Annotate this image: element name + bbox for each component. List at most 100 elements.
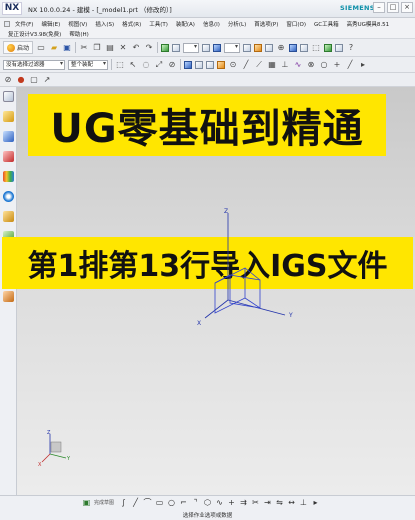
snap-icon[interactable]: ⤢ [154,60,164,70]
polygon-icon[interactable]: ⬡ [203,498,212,507]
mirror-icon[interactable]: ⇋ [275,498,284,507]
more-icon[interactable]: ▸ [358,60,368,70]
menu-view[interactable]: 视图(V) [64,20,91,28]
center-icon[interactable]: ⊗ [306,60,316,70]
web-browser-icon[interactable] [2,191,14,202]
menu-assembly[interactable]: 装配(A) [172,20,199,28]
axis-label-y: Y [288,312,293,319]
history-icon[interactable] [2,211,14,222]
layer-combo[interactable] [183,42,200,53]
sketch-circle-icon[interactable]: ○ [167,498,176,507]
trim-icon[interactable]: ✂ [251,498,260,507]
face-filter-icon[interactable] [206,60,214,69]
feature-icon-a[interactable]: ⊘ [3,75,13,85]
curve-icon[interactable]: ∿ [293,60,303,70]
feature-icon-d[interactable]: ↗ [42,75,52,85]
select-icon[interactable]: ⬚ [311,43,321,53]
constraint-icon[interactable]: ⊥ [299,498,308,507]
chamfer-icon[interactable]: ⌝ [191,498,200,507]
close-button[interactable]: × [401,2,413,13]
layer-icon[interactable] [172,43,181,52]
section-icon[interactable] [254,43,263,52]
menu-file[interactable]: 文件(F) [11,20,37,28]
delete-icon[interactable]: ✕ [118,43,128,53]
menu-tools[interactable]: 工具(T) [145,20,172,28]
redo-icon[interactable]: ↷ [144,43,154,53]
offset-icon[interactable]: ⇉ [239,498,248,507]
help-icon[interactable]: ? [346,43,356,53]
circle-icon[interactable]: ○ [319,60,329,70]
lasso-icon[interactable]: ◌ [141,60,151,70]
finish-sketch-icon[interactable]: ▣ [82,498,91,507]
minimize-button[interactable]: – [373,2,385,13]
filter-combo[interactable]: 没有选择过滤器 [3,59,65,70]
command-finder-icon[interactable] [161,43,170,52]
render-style-combo[interactable] [224,42,241,53]
rotate-icon[interactable] [289,43,298,52]
arrow-select-icon[interactable]: ↖ [128,60,138,70]
pan-icon[interactable] [300,43,309,52]
end-point-icon[interactable]: ╱ [241,60,251,70]
menu-format[interactable]: 格式(R) [118,20,145,28]
manufacturing-wizard-icon[interactable] [2,291,14,302]
menu-window[interactable]: 窗口(O) [282,20,310,28]
reuse-library-icon[interactable] [2,171,14,182]
fit-icon[interactable] [243,43,252,52]
constraint-navigator-icon[interactable] [2,151,14,162]
save-icon[interactable]: ▣ [62,43,72,53]
assembly-navigator-icon[interactable] [2,131,14,142]
menu-help[interactable]: 帮助(H) [65,30,92,38]
sketch-more-icon[interactable]: ▸ [311,498,320,507]
edge-filter-icon[interactable] [217,60,225,69]
select-all-icon[interactable]: ⬚ [115,60,125,70]
menu-gc-toolbox[interactable]: GC工具箱 [310,20,343,28]
feature-icon-b[interactable]: ● [16,75,26,85]
menu-mold-plugin[interactable]: 高秀UG模具8.51 [343,20,394,28]
maximize-button[interactable]: □ [387,2,399,13]
copy-icon[interactable]: ❐ [92,43,102,53]
profile-icon[interactable]: ∫ [119,498,128,507]
start-label: 启动 [17,45,30,52]
mid-point-icon[interactable]: ⟋ [254,60,264,70]
line-icon[interactable]: ╱ [345,60,355,70]
dimension-icon[interactable]: ↔ [287,498,296,507]
feature-filter-icon[interactable] [184,60,192,69]
new-file-icon[interactable]: ▭ [36,43,46,53]
paste-icon[interactable]: ▤ [105,43,115,53]
menu-info[interactable]: 信息(I) [199,20,224,28]
arc-icon[interactable]: ⌒ [143,498,152,507]
spline-icon[interactable]: ∿ [215,498,224,507]
menu-insert[interactable]: 插入(S) [91,20,118,28]
measure-icon[interactable] [324,43,333,52]
fillet-icon[interactable]: ⌐ [179,498,188,507]
undo-icon[interactable]: ↶ [131,43,141,53]
zoom-icon[interactable]: ⊕ [276,43,286,53]
datum-csys[interactable]: Z Y X [195,205,305,335]
wcs-icon[interactable] [265,43,274,52]
extend-icon[interactable]: ⇥ [263,498,272,507]
info-icon[interactable] [335,43,344,52]
menu-app-icon[interactable] [4,20,10,27]
body-filter-icon[interactable] [195,60,203,69]
point-sketch-icon[interactable]: + [227,498,236,507]
cut-icon[interactable]: ✂ [79,43,89,53]
view-icon[interactable] [202,43,211,52]
grid-icon[interactable]: ▦ [267,60,277,70]
menu-edit[interactable]: 编辑(E) [37,20,64,28]
menu-design-plugin[interactable]: 复正设计V3.98(免费) [4,30,65,38]
feature-icon-c[interactable]: ▢ [29,75,39,85]
render-icon[interactable] [213,43,222,52]
start-button[interactable]: 启动 [3,41,34,54]
crosshair-icon[interactable]: + [332,60,342,70]
part-navigator-icon[interactable] [2,111,14,122]
point-icon[interactable]: ⊙ [228,60,238,70]
menu-preferences[interactable]: 首选项(P) [250,20,282,28]
menu-analysis[interactable]: 分析(L) [224,20,250,28]
rectangle-icon[interactable]: ▭ [155,498,164,507]
deselect-icon[interactable]: ⊘ [167,60,177,70]
sketch-line-icon[interactable]: ╱ [131,498,140,507]
assembly-scope-combo[interactable]: 整个装配 [68,59,108,70]
axis-icon[interactable]: ⊥ [280,60,290,70]
navigator-icon[interactable] [2,91,14,102]
open-folder-icon[interactable]: ▰ [49,43,59,53]
